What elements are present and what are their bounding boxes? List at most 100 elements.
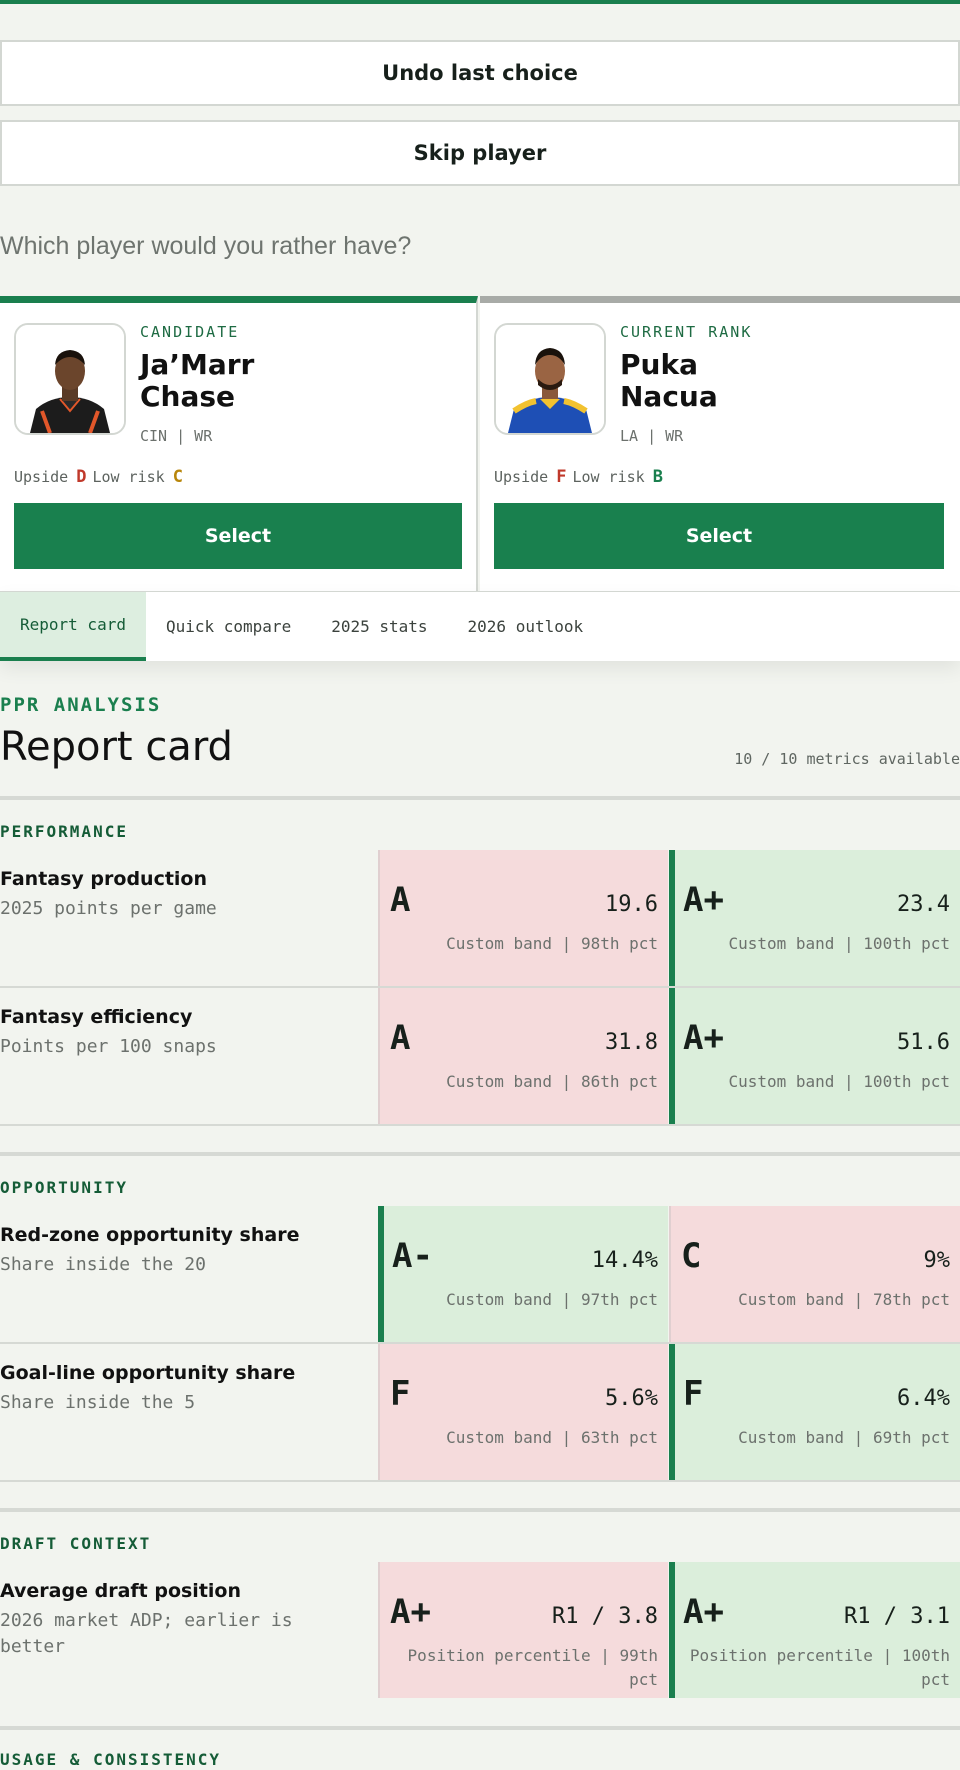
section-divider — [0, 1726, 960, 1730]
metric-percentile: Custom band | 100th pct — [728, 1072, 950, 1091]
player-card-current-rank: CURRENT RANK Puka Nacua LA | WR Upside F L… — [480, 296, 960, 591]
metric-cell-current-rank: C 9% Custom band | 78th pct — [669, 1206, 960, 1342]
metric-subtitle: Share inside the 5 — [0, 1392, 196, 1413]
metric-title: Goal-line opportunity share — [0, 1362, 296, 1384]
player-grades: Upside F Low risk B — [494, 467, 669, 487]
metric-cell-candidate: A+ R1 / 3.8 Position percentile | 99th p… — [378, 1562, 668, 1698]
metrics-available-count: 10 / 10 metrics available — [734, 750, 960, 768]
player-photo — [14, 323, 126, 435]
metric-percentile: Custom band | 86th pct — [446, 1072, 658, 1091]
metric-title: Red-zone opportunity share — [0, 1224, 300, 1246]
section-label-performance: PERFORMANCE — [0, 822, 128, 841]
player-name-last: Chase — [140, 380, 236, 413]
metric-value: 14.4% — [591, 1248, 658, 1273]
player-grades: Upside D Low risk C — [14, 467, 189, 487]
upside-grade: F — [556, 467, 567, 487]
metric-subtitle: 2026 market ADP; earlier is better — [0, 1610, 293, 1657]
analysis-tabs: Report card Quick compare 2025 stats 202… — [0, 591, 960, 661]
section-divider — [0, 1152, 960, 1156]
metric-cell-current-rank: A+ 51.6 Custom band | 100th pct — [669, 988, 960, 1124]
upside-label: Upside — [14, 468, 69, 486]
risk-label: Low risk — [92, 468, 165, 486]
metric-cell-current-rank: A+ R1 / 3.1 Position percentile | 100th … — [669, 1562, 960, 1698]
metric-cell-candidate: A 31.8 Custom band | 86th pct — [378, 988, 668, 1124]
undo-button[interactable]: Undo last choice — [0, 40, 960, 106]
metric-row-red-zone-share: Red-zone opportunity share Share inside … — [0, 1206, 960, 1344]
report-kicker: PPR ANALYSIS — [0, 694, 162, 716]
player-name: Puka Nacua — [620, 349, 752, 413]
metric-percentile: Custom band | 78th pct — [738, 1290, 950, 1309]
metric-value: 9% — [923, 1248, 951, 1273]
metric-value: 31.8 — [605, 1030, 658, 1055]
metric-value: 6.4% — [897, 1386, 950, 1411]
metric-percentile: Position percentile | 99th pct — [407, 1646, 658, 1689]
metric-grade: F — [390, 1374, 411, 1414]
metric-value: 19.6 — [605, 892, 658, 917]
metric-grade: C — [681, 1236, 702, 1276]
tab-report-card[interactable]: Report card — [0, 592, 146, 661]
tab-quick-compare[interactable]: Quick compare — [146, 592, 311, 660]
risk-label: Low risk — [572, 468, 645, 486]
metric-percentile: Custom band | 100th pct — [728, 934, 950, 953]
metric-grade: A+ — [683, 880, 724, 920]
player-name-first: Ja’Marr — [140, 348, 255, 381]
player-name: Ja’Marr Chase — [140, 349, 254, 413]
comparison-question: Which player would you rather have? — [0, 232, 412, 260]
metric-title: Average draft position — [0, 1580, 241, 1602]
metric-grade: F — [683, 1374, 704, 1414]
select-candidate-button[interactable]: Select — [14, 503, 462, 569]
section-label-opportunity: OPPORTUNITY — [0, 1178, 128, 1197]
player-team-position: CIN | WR — [140, 427, 213, 445]
metric-value: 23.4 — [897, 892, 950, 917]
metric-row-adp: Average draft position 2026 market ADP; … — [0, 1562, 960, 1698]
metric-grade: A — [390, 880, 411, 920]
tab-2026-outlook[interactable]: 2026 outlook — [448, 592, 604, 660]
metric-grade: A — [390, 1018, 411, 1058]
section-label-draft-context: DRAFT CONTEXT — [0, 1534, 152, 1553]
metric-percentile: Custom band | 69th pct — [738, 1428, 950, 1447]
risk-grade: B — [652, 467, 663, 487]
metric-row-fantasy-production: Fantasy production 2025 points per game … — [0, 850, 960, 988]
metric-cell-current-rank: A+ 23.4 Custom band | 100th pct — [669, 850, 960, 986]
metric-subtitle: Points per 100 snaps — [0, 1036, 217, 1057]
player-photo — [494, 323, 606, 435]
metric-cell-candidate: A- 14.4% Custom band | 97th pct — [378, 1206, 668, 1342]
metric-percentile: Custom band | 98th pct — [446, 934, 658, 953]
upside-label: Upside — [494, 468, 549, 486]
metric-value: R1 / 3.8 — [552, 1604, 658, 1629]
section-label-usage-consistency: USAGE & CONSISTENCY — [0, 1750, 222, 1769]
metric-percentile: Position percentile | 100th pct — [689, 1646, 950, 1689]
player-role: CURRENT RANK — [620, 323, 753, 341]
player-role: CANDIDATE — [140, 323, 240, 341]
metric-percentile: Custom band | 63th pct — [446, 1428, 658, 1447]
player-team-position: LA | WR — [620, 427, 684, 445]
metric-grade: A+ — [683, 1018, 724, 1058]
metric-value: 51.6 — [897, 1030, 950, 1055]
metric-percentile: Custom band | 97th pct — [446, 1290, 658, 1309]
metric-value: 5.6% — [605, 1386, 658, 1411]
metric-cell-candidate: A 19.6 Custom band | 98th pct — [378, 850, 668, 986]
metric-grade: A- — [392, 1236, 433, 1276]
metric-title: Fantasy efficiency — [0, 1006, 193, 1028]
metric-cell-candidate: F 5.6% Custom band | 63th pct — [378, 1344, 668, 1480]
page-title: Report card — [0, 724, 233, 770]
metric-grade: A+ — [683, 1592, 724, 1632]
metric-cell-current-rank: F 6.4% Custom band | 69th pct — [669, 1344, 960, 1480]
tab-2025-stats[interactable]: 2025 stats — [311, 592, 447, 660]
skip-player-button[interactable]: Skip player — [0, 120, 960, 186]
top-accent-bar — [0, 0, 960, 4]
upside-grade: D — [76, 467, 87, 487]
section-divider — [0, 796, 960, 800]
player-name-last: Nacua — [620, 380, 718, 413]
metric-title: Fantasy production — [0, 868, 208, 890]
player-name-first: Puka — [620, 348, 698, 381]
risk-grade: C — [172, 467, 183, 487]
select-current-rank-button[interactable]: Select — [494, 503, 944, 569]
metric-subtitle: Share inside the 20 — [0, 1254, 206, 1275]
section-divider — [0, 1508, 960, 1512]
metric-subtitle: 2025 points per game — [0, 898, 217, 919]
metric-row-fantasy-efficiency: Fantasy efficiency Points per 100 snaps … — [0, 988, 960, 1126]
metric-grade: A+ — [390, 1592, 431, 1632]
player-card-candidate: CANDIDATE Ja’Marr Chase CIN | WR Upside D… — [0, 296, 478, 591]
metric-row-goal-line-share: Goal-line opportunity share Share inside… — [0, 1344, 960, 1482]
